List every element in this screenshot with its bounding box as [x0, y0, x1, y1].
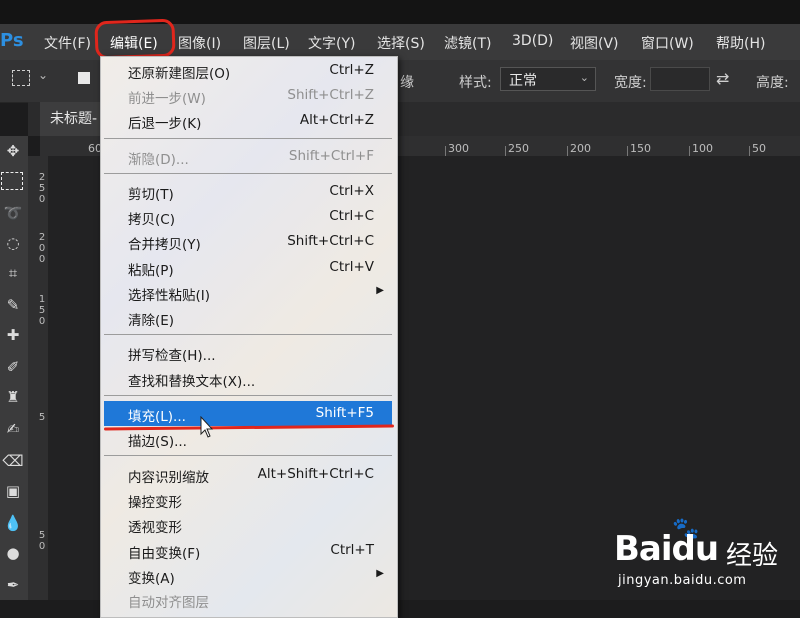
- menu-item-clear[interactable]: 清除(E): [100, 305, 396, 330]
- chevron-down-icon[interactable]: ⌄: [38, 68, 48, 82]
- ruler-label: 200: [570, 142, 591, 155]
- ruler-label: 250: [508, 142, 529, 155]
- ruler-v-label: 250: [38, 172, 46, 205]
- ruler-label: 100: [692, 142, 713, 155]
- menu-item-puppet-warp[interactable]: 操控变形: [100, 487, 396, 512]
- ruler-label: 300: [448, 142, 469, 155]
- watermark-brand: Baidu: [614, 529, 719, 569]
- chevron-down-icon: ⌄: [579, 71, 589, 84]
- width-label: 宽度:: [614, 75, 647, 91]
- menu-separator: [104, 138, 392, 139]
- menu-window[interactable]: 窗口(W): [641, 33, 694, 53]
- ruler-tick: [505, 146, 506, 156]
- width-field[interactable]: [650, 67, 710, 91]
- menu-image[interactable]: 图像(I): [178, 33, 221, 53]
- menu-select[interactable]: 选择(S): [377, 33, 425, 53]
- menu-item-check-spelling[interactable]: 拼写检查(H)...: [100, 340, 396, 365]
- menu-type[interactable]: 文字(Y): [308, 33, 355, 53]
- menu-item-step-backward[interactable]: 后退一步(K) Alt+Ctrl+Z: [100, 108, 396, 133]
- mouse-cursor-icon: [200, 416, 214, 438]
- watermark-url: jingyan.baidu.com: [618, 573, 747, 588]
- menu-item-find-replace[interactable]: 查找和替换文本(X)...: [100, 366, 396, 391]
- annotation-oval: [94, 18, 176, 60]
- menu-item-fill[interactable]: 填充(L)... Shift+F5: [104, 401, 392, 426]
- ruler-v-label: 200: [38, 232, 46, 265]
- menu-item-step-forward: 前进一步(W) Shift+Ctrl+Z: [128, 87, 374, 107]
- menu-3d[interactable]: 3D(D): [512, 33, 553, 49]
- ruler-tick: [749, 146, 750, 156]
- menu-item-paste-special[interactable]: 选择性粘贴(I) ▶: [100, 280, 396, 305]
- menu-item-free-transform[interactable]: 自由变换(F) Ctrl+T: [100, 538, 396, 563]
- refine-edge-partial[interactable]: 缘: [400, 72, 414, 92]
- menu-filter[interactable]: 滤镜(T): [444, 33, 491, 53]
- brush-tool-icon[interactable]: ✐: [2, 356, 24, 378]
- blur-tool-icon[interactable]: 💧: [2, 512, 24, 534]
- menu-item-stroke[interactable]: 描边(S)...: [100, 426, 396, 451]
- menu-item-copy-merged[interactable]: 合并拷贝(Y) Shift+Ctrl+C: [100, 229, 396, 254]
- clone-stamp-tool-icon[interactable]: ♜: [2, 386, 24, 408]
- lasso-tool-icon[interactable]: ➰: [2, 202, 24, 224]
- marquee-tool-icon[interactable]: [1, 172, 23, 190]
- marquee-preset-icon[interactable]: [12, 70, 30, 86]
- history-brush-tool-icon[interactable]: ✍: [2, 418, 24, 440]
- menu-item-perspective-warp[interactable]: 透视变形: [100, 512, 396, 537]
- ruler-tick: [567, 146, 568, 156]
- height-label: 高度:: [756, 75, 789, 91]
- ruler-label: 50: [752, 142, 766, 155]
- menu-separator: [104, 173, 392, 174]
- style-value: 正常: [509, 73, 537, 89]
- ruler-tick: [627, 146, 628, 156]
- menu-item-fade: 渐隐(D)... Shift+Ctrl+F: [128, 148, 374, 168]
- menu-separator: [104, 395, 392, 396]
- ruler-v-label: 50: [38, 530, 46, 552]
- menu-item-transform[interactable]: 变换(A) ▶: [100, 563, 396, 588]
- menu-layer[interactable]: 图层(L): [243, 33, 290, 53]
- watermark-brand-cn: 经验: [726, 541, 779, 571]
- submenu-arrow-icon: ▶: [376, 285, 384, 296]
- menu-view[interactable]: 视图(V): [570, 33, 619, 53]
- menu-separator: [104, 334, 392, 335]
- swap-icon[interactable]: ⇄: [716, 69, 729, 88]
- quick-select-tool-icon[interactable]: ◌: [2, 232, 24, 254]
- menu-help[interactable]: 帮助(H): [716, 33, 765, 53]
- menu-separator: [104, 455, 392, 456]
- ps-logo: Ps: [0, 30, 24, 51]
- ruler-v-label: 150: [38, 294, 46, 327]
- eyedropper-tool-icon[interactable]: ✎: [2, 294, 24, 316]
- style-label: 样式:: [459, 75, 492, 91]
- gradient-tool-icon[interactable]: ▣: [2, 480, 24, 502]
- baidu-jingyan-watermark: 🐾 Baidu 经验 jingyan.baidu.com: [614, 515, 794, 595]
- ruler-tick: [689, 146, 690, 156]
- pen-tool-icon[interactable]: ✒: [2, 574, 24, 596]
- new-selection-icon[interactable]: [78, 72, 90, 84]
- crop-tool-icon[interactable]: ⌗: [2, 262, 24, 284]
- menu-item-undo[interactable]: 还原新建图层(O) Ctrl+Z: [100, 58, 396, 83]
- submenu-arrow-icon: ▶: [376, 568, 384, 579]
- healing-brush-tool-icon[interactable]: ✚: [2, 324, 24, 346]
- ruler-label: 150: [630, 142, 651, 155]
- style-select[interactable]: 正常 ⌄: [500, 67, 596, 91]
- dodge-tool-icon[interactable]: ●: [2, 542, 24, 564]
- move-tool-icon[interactable]: ✥: [2, 140, 24, 162]
- ruler-tick: [445, 146, 446, 156]
- menu-item-cut[interactable]: 剪切(T) Ctrl+X: [100, 179, 396, 204]
- menu-item-content-aware-scale[interactable]: 内容识别缩放 Alt+Shift+Ctrl+C: [100, 462, 396, 487]
- menu-file[interactable]: 文件(F): [44, 33, 91, 53]
- eraser-tool-icon[interactable]: ⌫: [2, 450, 24, 472]
- menu-item-paste[interactable]: 粘贴(P) Ctrl+V: [100, 255, 396, 280]
- ruler-v-label: 5: [38, 412, 46, 423]
- menu-item-copy[interactable]: 拷贝(C) Ctrl+C: [100, 204, 396, 229]
